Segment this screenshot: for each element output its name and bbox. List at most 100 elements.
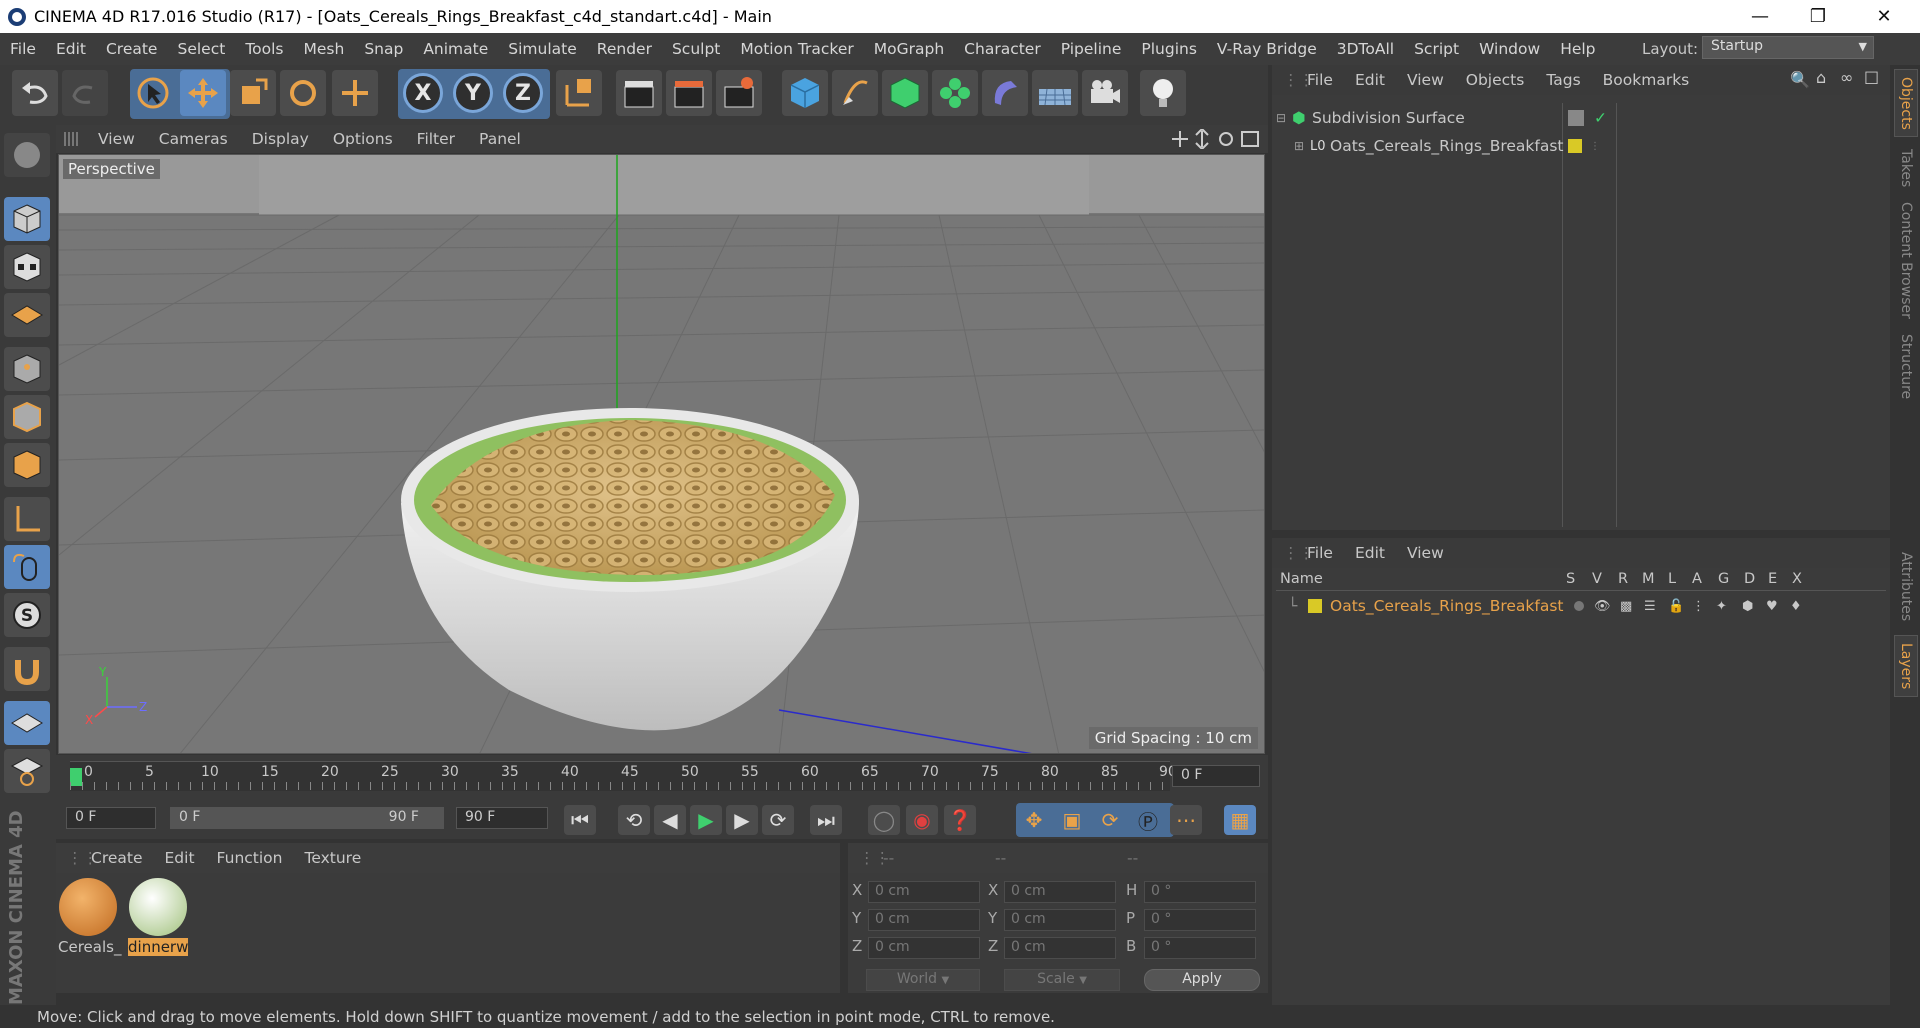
menu-snap[interactable]: Snap <box>354 40 413 58</box>
render-settings-button[interactable] <box>716 70 762 116</box>
model-mode-button[interactable] <box>4 197 50 241</box>
autokey-button[interactable]: ◉ <box>906 805 938 835</box>
material-swatch-cereals[interactable]: Cereals_ <box>58 876 121 960</box>
next-frame-button[interactable]: ▶ <box>726 805 758 835</box>
collapse-icon[interactable]: ⊟ <box>1276 111 1292 125</box>
go-to-start-button[interactable]: ⏮ <box>564 805 596 835</box>
expand-icon[interactable]: ⊞ <box>1294 139 1310 153</box>
viewport-menu-panel[interactable]: Panel <box>467 130 533 148</box>
object-menu-objects[interactable]: Objects <box>1455 71 1536 89</box>
move-tool-button[interactable] <box>180 70 226 116</box>
go-to-end-button[interactable]: ⏭ <box>810 805 842 835</box>
menu-3dtoall[interactable]: 3DToAll <box>1327 40 1404 58</box>
layout-select[interactable]: Startup ▼ <box>1702 36 1874 59</box>
material-menu-texture[interactable]: Texture <box>293 849 372 867</box>
scale-key-button[interactable]: ▣ <box>1056 805 1088 835</box>
menu-pipeline[interactable]: Pipeline <box>1051 40 1132 58</box>
rotate-tool-button[interactable] <box>280 70 326 116</box>
pen-spline-button[interactable] <box>832 70 878 116</box>
generator-icon[interactable]: ✦ <box>1716 599 1727 614</box>
object-menu-edit[interactable]: Edit <box>1344 71 1396 89</box>
position-x-field[interactable]: 0 cm <box>868 881 980 903</box>
menu-sculpt[interactable]: Sculpt <box>662 40 730 58</box>
layer-menu-view[interactable]: View <box>1396 544 1455 562</box>
close-button[interactable]: ✕ <box>1856 0 1912 33</box>
light-button[interactable] <box>1140 70 1186 116</box>
home-icon[interactable]: ⌂ <box>1816 68 1826 87</box>
tab-content-browser[interactable]: Content Browser <box>1894 199 1918 321</box>
menu-mesh[interactable]: Mesh <box>294 40 355 58</box>
clapper-icon[interactable]: ▩ <box>1620 599 1632 614</box>
visibility-editor-icon[interactable] <box>1568 110 1584 126</box>
previous-frame-button[interactable]: ◀ <box>654 805 686 835</box>
solo-dot-icon[interactable] <box>1574 601 1584 611</box>
menu-help[interactable]: Help <box>1550 40 1605 58</box>
render-picture-viewer-button[interactable] <box>666 70 712 116</box>
menu-create[interactable]: Create <box>96 40 168 58</box>
undo-button[interactable] <box>12 70 58 116</box>
edges-mode-button[interactable] <box>4 395 50 439</box>
cube-button[interactable] <box>782 70 828 116</box>
menu-edit[interactable]: Edit <box>46 40 96 58</box>
make-editable-button[interactable] <box>4 133 50 177</box>
transform-tool-button[interactable] <box>332 70 378 116</box>
layer-color-icon[interactable] <box>1308 599 1322 613</box>
deformer-icon[interactable]: ⬢ <box>1742 599 1753 614</box>
layer-color-icon[interactable] <box>1568 139 1582 153</box>
scale-select[interactable]: Scale ▼ <box>1004 969 1120 991</box>
object-menu-tags[interactable]: Tags <box>1535 71 1591 89</box>
texture-mode-button[interactable] <box>4 245 50 289</box>
object-menu-view[interactable]: View <box>1396 71 1455 89</box>
eye-icon[interactable]: 👁 <box>1594 599 1611 614</box>
restore-button[interactable]: ❐ <box>1790 0 1846 33</box>
axis-mode-button[interactable] <box>4 497 50 541</box>
tab-attributes[interactable]: Attributes <box>1894 543 1918 631</box>
menu-render[interactable]: Render <box>587 40 662 58</box>
workplane-mode-button[interactable] <box>4 293 50 337</box>
tweak-mode-button[interactable] <box>4 545 50 589</box>
rotation-b-field[interactable]: 0 ° <box>1144 937 1256 959</box>
tab-takes[interactable]: Takes <box>1894 143 1918 193</box>
tab-structure[interactable]: Structure <box>1894 327 1918 407</box>
start-frame-field[interactable]: 0 F <box>66 807 156 829</box>
object-menu-file[interactable]: File <box>1296 71 1344 89</box>
viewport-menu-view[interactable]: View <box>86 130 147 148</box>
world-select[interactable]: World ▼ <box>866 969 980 991</box>
live-selection-button[interactable] <box>130 70 176 116</box>
next-key-button[interactable]: ⟳ <box>762 805 794 835</box>
render-view-button[interactable] <box>616 70 662 116</box>
y-axis-lock-button[interactable]: Y <box>453 73 493 113</box>
layer-menu-file[interactable]: File <box>1296 544 1344 562</box>
point-level-button[interactable]: ⋯ <box>1170 805 1202 835</box>
timeline-ruler[interactable]: 0 5 10 15 20 25 30 35 40 45 50 55 60 65 … <box>70 761 1177 791</box>
current-frame-field[interactable]: 0 F <box>1172 765 1260 787</box>
previous-key-button[interactable]: ⟲ <box>618 805 650 835</box>
camera-button[interactable] <box>1082 70 1128 116</box>
menu-mograph[interactable]: MoGraph <box>864 40 954 58</box>
link-icon[interactable]: ∞ <box>1840 68 1853 87</box>
end-frame-field[interactable]: 90 F <box>456 807 548 829</box>
menu-plugins[interactable]: Plugins <box>1131 40 1207 58</box>
parameter-key-button[interactable]: Ⓟ <box>1132 805 1164 835</box>
viewport-perspective[interactable]: Perspective Y Z X Grid Spacing : 10 cm <box>58 154 1265 754</box>
expression-icon[interactable]: ♥ <box>1766 599 1778 614</box>
play-button[interactable]: ▶ <box>690 805 722 835</box>
object-row-oats-cereals[interactable]: ⊞ L0 Oats_Cereals_Rings_Breakfast ⋮ <box>1276 133 1886 159</box>
rotation-key-button[interactable]: ⟳ <box>1094 805 1126 835</box>
cloner-button[interactable] <box>932 70 978 116</box>
menu-script[interactable]: Script <box>1404 40 1469 58</box>
floor-button[interactable] <box>1032 70 1078 116</box>
size-y-field[interactable]: 0 cm <box>1004 909 1116 931</box>
visibility-dots-icon[interactable]: ⋮ <box>1590 141 1600 152</box>
viewport-menu-filter[interactable]: Filter <box>405 130 467 148</box>
position-key-button[interactable]: ✥ <box>1018 805 1050 835</box>
search-icon[interactable]: 🔍 <box>1790 70 1810 89</box>
x-axis-lock-button[interactable]: X <box>403 73 443 113</box>
menu-simulate[interactable]: Simulate <box>498 40 587 58</box>
timeline-window-button[interactable]: ▦ <box>1224 805 1256 835</box>
snap-button[interactable] <box>4 647 50 691</box>
timeline[interactable]: 0 5 10 15 20 25 30 35 40 45 50 55 60 65 … <box>56 755 1268 797</box>
menu-motion-tracker[interactable]: Motion Tracker <box>730 40 863 58</box>
object-menu-bookmarks[interactable]: Bookmarks <box>1592 71 1701 89</box>
menu-animate[interactable]: Animate <box>413 40 498 58</box>
